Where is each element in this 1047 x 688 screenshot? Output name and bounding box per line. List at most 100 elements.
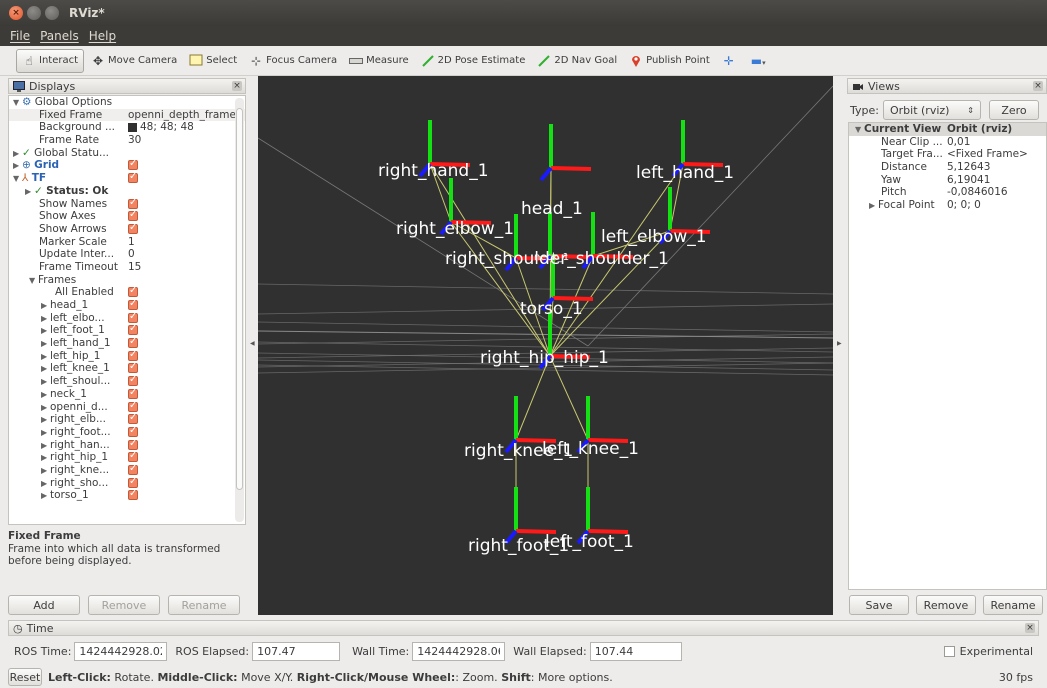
tree-row-all-enabled[interactable]: All Enabled bbox=[9, 286, 245, 299]
add-tool-button[interactable]: ✛ bbox=[717, 49, 744, 73]
grid-checkbox[interactable] bbox=[128, 159, 138, 171]
frame-rate-value[interactable]: 30 bbox=[128, 134, 236, 147]
tree-row-show-arrows[interactable]: Show Arrows bbox=[9, 223, 245, 236]
save-view-button[interactable]: Save bbox=[849, 595, 909, 615]
window-maximize-icon[interactable] bbox=[45, 6, 59, 20]
tree-row-frame[interactable]: ▶ left_shoul... bbox=[9, 375, 245, 388]
frame-checkbox[interactable] bbox=[128, 350, 138, 361]
menu-help[interactable]: Help bbox=[89, 29, 116, 43]
color-swatch[interactable] bbox=[128, 122, 137, 132]
show-arrows-checkbox[interactable] bbox=[128, 223, 138, 235]
wall-elapsed-field[interactable] bbox=[589, 641, 682, 661]
measure-button[interactable]: Measure bbox=[344, 49, 414, 73]
frame-checkbox[interactable] bbox=[128, 464, 138, 476]
pitch-value[interactable]: -0,0846016 bbox=[947, 186, 1046, 199]
marker-scale-value[interactable]: 1 bbox=[128, 236, 236, 249]
tree-row-frame[interactable]: ▶ openni_d... bbox=[9, 401, 245, 414]
rename-view-button[interactable]: Rename bbox=[983, 595, 1043, 615]
tree-row-status-ok[interactable]: ▶ ✓ Status: Ok bbox=[9, 185, 245, 198]
remove-tool-button[interactable]: ▬▾ bbox=[746, 49, 773, 73]
tree-row-frames[interactable]: ▼ Frames bbox=[9, 274, 245, 287]
tree-row-show-names[interactable]: Show Names bbox=[9, 198, 245, 211]
tree-row-distance[interactable]: Distance 5,12643 bbox=[849, 161, 1046, 174]
tree-row-frame[interactable]: ▶ left_elbo... bbox=[9, 312, 245, 325]
tree-row-frame[interactable]: ▶ neck_1 bbox=[9, 388, 245, 401]
tree-row-frame[interactable]: ▶ right_foot... bbox=[9, 426, 245, 439]
all-enabled-checkbox[interactable] bbox=[128, 286, 138, 298]
tree-row-frame-rate[interactable]: Frame Rate 30 bbox=[9, 134, 245, 147]
frame-checkbox[interactable] bbox=[128, 388, 138, 400]
experimental-checkbox[interactable] bbox=[943, 645, 955, 657]
frame-timeout-value[interactable]: 15 bbox=[128, 261, 236, 274]
zero-button[interactable]: Zero bbox=[988, 100, 1039, 120]
tree-row-target-frame[interactable]: Target Fra... <Fixed Frame> bbox=[849, 148, 1046, 161]
frame-checkbox[interactable] bbox=[128, 299, 138, 311]
tree-row-frame[interactable]: ▶ left_foot_1 bbox=[9, 324, 245, 337]
view-type-select[interactable]: Orbit (rviz) ⇕ bbox=[882, 100, 981, 120]
rename-display-button[interactable]: Rename bbox=[168, 595, 240, 615]
tree-row-background[interactable]: Background ... 48; 48; 48 bbox=[9, 121, 245, 134]
close-icon[interactable]: × bbox=[232, 81, 242, 91]
focus-camera-button[interactable]: ⊹ Focus Camera bbox=[244, 49, 342, 73]
tree-row-fixed-frame[interactable]: Fixed Frame openni_depth_frame bbox=[9, 108, 245, 122]
show-axes-checkbox[interactable] bbox=[128, 210, 138, 222]
tree-row-tf[interactable]: ▼ ⅄ TF bbox=[9, 172, 245, 185]
tf-checkbox[interactable] bbox=[128, 172, 138, 184]
frame-checkbox[interactable] bbox=[128, 312, 138, 323]
frame-checkbox[interactable] bbox=[128, 426, 138, 438]
frame-checkbox[interactable] bbox=[128, 451, 138, 463]
remove-display-button[interactable]: Remove bbox=[88, 595, 160, 615]
tree-row-frame[interactable]: ▶ right_hip_1 bbox=[9, 451, 245, 464]
tree-row-grid[interactable]: ▶ ⊕ Grid bbox=[9, 159, 245, 172]
collapse-arrow-icon[interactable]: ▶ bbox=[41, 490, 50, 503]
tree-row-frame[interactable]: ▶ left_knee_1 bbox=[9, 362, 245, 375]
frame-checkbox[interactable] bbox=[128, 439, 138, 450]
tree-row-show-axes[interactable]: Show Axes bbox=[9, 210, 245, 223]
show-names-checkbox[interactable] bbox=[128, 198, 138, 209]
tree-row-frame[interactable]: ▶ right_kne... bbox=[9, 464, 245, 477]
target-frame-value[interactable]: <Fixed Frame> bbox=[947, 148, 1046, 161]
fixed-frame-value[interactable]: openni_depth_frame bbox=[128, 109, 236, 122]
tree-row-frame[interactable]: ▶ head_1 bbox=[9, 299, 245, 312]
tree-row-frame[interactable]: ▶ left_hip_1 bbox=[9, 350, 245, 363]
frame-checkbox[interactable] bbox=[128, 324, 138, 336]
frame-checkbox[interactable] bbox=[128, 375, 138, 387]
frame-checkbox[interactable] bbox=[128, 477, 138, 488]
ros-elapsed-field[interactable] bbox=[252, 641, 341, 661]
nav-goal-button[interactable]: 2D Nav Goal bbox=[532, 49, 622, 73]
move-camera-button[interactable]: ✥ Move Camera bbox=[86, 49, 182, 73]
menu-file[interactable]: File bbox=[10, 29, 30, 43]
tree-row-frame[interactable]: ▶ right_elb... bbox=[9, 413, 245, 426]
collapse-arrow-icon[interactable]: ▶ bbox=[869, 200, 878, 213]
3d-viewport[interactable]: right_hand_1 left_hand_1 head_1 right_elbow… bbox=[258, 76, 833, 615]
update-interval-value[interactable]: 0 bbox=[128, 248, 236, 261]
tree-scrollbar-thumb[interactable] bbox=[236, 108, 243, 490]
tree-row-frame[interactable]: ▶ torso_1 bbox=[9, 489, 245, 502]
menu-panels[interactable]: Panels bbox=[40, 29, 79, 43]
pose-estimate-button[interactable]: 2D Pose Estimate bbox=[416, 49, 531, 73]
select-button[interactable]: Select bbox=[184, 49, 242, 73]
tree-row-global-status[interactable]: ▶ ✓ Global Statu... bbox=[9, 147, 245, 160]
yaw-value[interactable]: 6,19041 bbox=[947, 174, 1046, 187]
close-icon[interactable]: × bbox=[1033, 81, 1043, 91]
tree-row-frame[interactable]: ▶ right_sho... bbox=[9, 477, 245, 490]
right-splitter[interactable]: ▶ bbox=[834, 76, 844, 615]
near-clip-value[interactable]: 0,01 bbox=[947, 136, 1046, 149]
tree-scrollbar[interactable] bbox=[235, 98, 244, 522]
frame-checkbox[interactable] bbox=[128, 401, 138, 412]
tree-row-current-view[interactable]: ▼ Current View Orbit (rviz) bbox=[849, 123, 1046, 136]
tree-row-frame[interactable]: ▶ left_hand_1 bbox=[9, 337, 245, 350]
background-value[interactable]: 48; 48; 48 bbox=[140, 121, 194, 133]
focal-point-value[interactable]: 0; 0; 0 bbox=[947, 199, 1046, 212]
window-close-icon[interactable]: × bbox=[9, 6, 23, 20]
frame-checkbox[interactable] bbox=[128, 362, 138, 374]
publish-point-button[interactable]: Publish Point bbox=[624, 49, 715, 73]
left-splitter[interactable]: ◀ bbox=[247, 76, 257, 615]
wall-time-field[interactable] bbox=[412, 641, 506, 661]
distance-value[interactable]: 5,12643 bbox=[947, 161, 1046, 174]
reset-button[interactable]: Reset bbox=[8, 668, 42, 686]
tree-row-near-clip[interactable]: Near Clip ... 0,01 bbox=[849, 136, 1046, 149]
tree-row-focal-point[interactable]: ▶ Focal Point 0; 0; 0 bbox=[849, 199, 1046, 212]
frame-checkbox[interactable] bbox=[128, 489, 138, 501]
remove-view-button[interactable]: Remove bbox=[916, 595, 976, 615]
